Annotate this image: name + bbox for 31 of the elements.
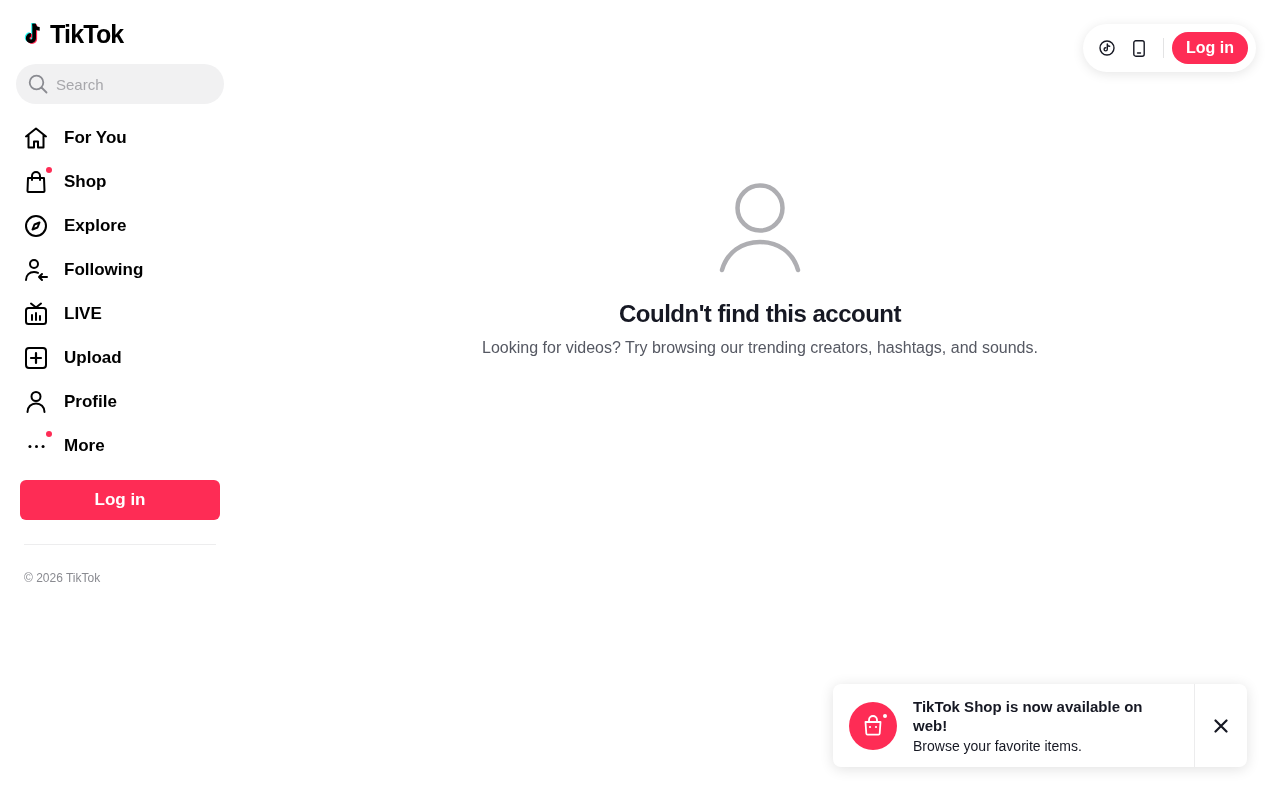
person-icon: [24, 390, 48, 414]
login-button[interactable]: Log in: [20, 480, 220, 520]
nav-item[interactable]: For You: [16, 116, 135, 160]
person-arrow-icon: [24, 258, 48, 282]
toast-message: Browse your favorite items.: [913, 736, 1083, 755]
close-icon: [1214, 718, 1228, 733]
toast-title: TikTok Shop is now available on web!: [913, 696, 1144, 735]
shopping-bag-icon: [24, 170, 48, 194]
search-field[interactable]: Search: [16, 64, 224, 104]
nav-item[interactable]: Upload: [16, 336, 130, 380]
search-icon: [28, 74, 48, 94]
house-icon: [24, 126, 48, 150]
nav-item[interactable]: Profile: [16, 380, 125, 424]
music-note-circle-icon: [1099, 40, 1115, 56]
tv-icon: [24, 302, 48, 326]
nav-item[interactable]: LIVE: [16, 292, 110, 336]
nav-item[interactable]: More: [16, 424, 113, 468]
shopping-bag-badge-icon: [849, 701, 897, 750]
nav-item[interactable]: Explore: [16, 204, 135, 248]
login-button[interactable]: Log in: [1172, 32, 1248, 64]
plus-square-icon: [24, 346, 48, 370]
copyright-text: © 2026 TikTok: [24, 571, 101, 585]
nav-item[interactable]: Shop: [16, 160, 115, 204]
empty-state-message: Looking for videos? Try browsing our trending creators, hashtags, and sounds.: [482, 338, 1038, 358]
nav-item[interactable]: Following: [16, 248, 152, 292]
compass-icon: [24, 214, 48, 238]
person-silhouette-icon: [719, 183, 801, 275]
more-dots-icon: [27, 444, 45, 448]
logo-wordmark[interactable]: TikTok: [50, 20, 124, 48]
phone-icon: [1133, 39, 1145, 57]
empty-state-title: Couldn't find this account: [619, 299, 901, 329]
